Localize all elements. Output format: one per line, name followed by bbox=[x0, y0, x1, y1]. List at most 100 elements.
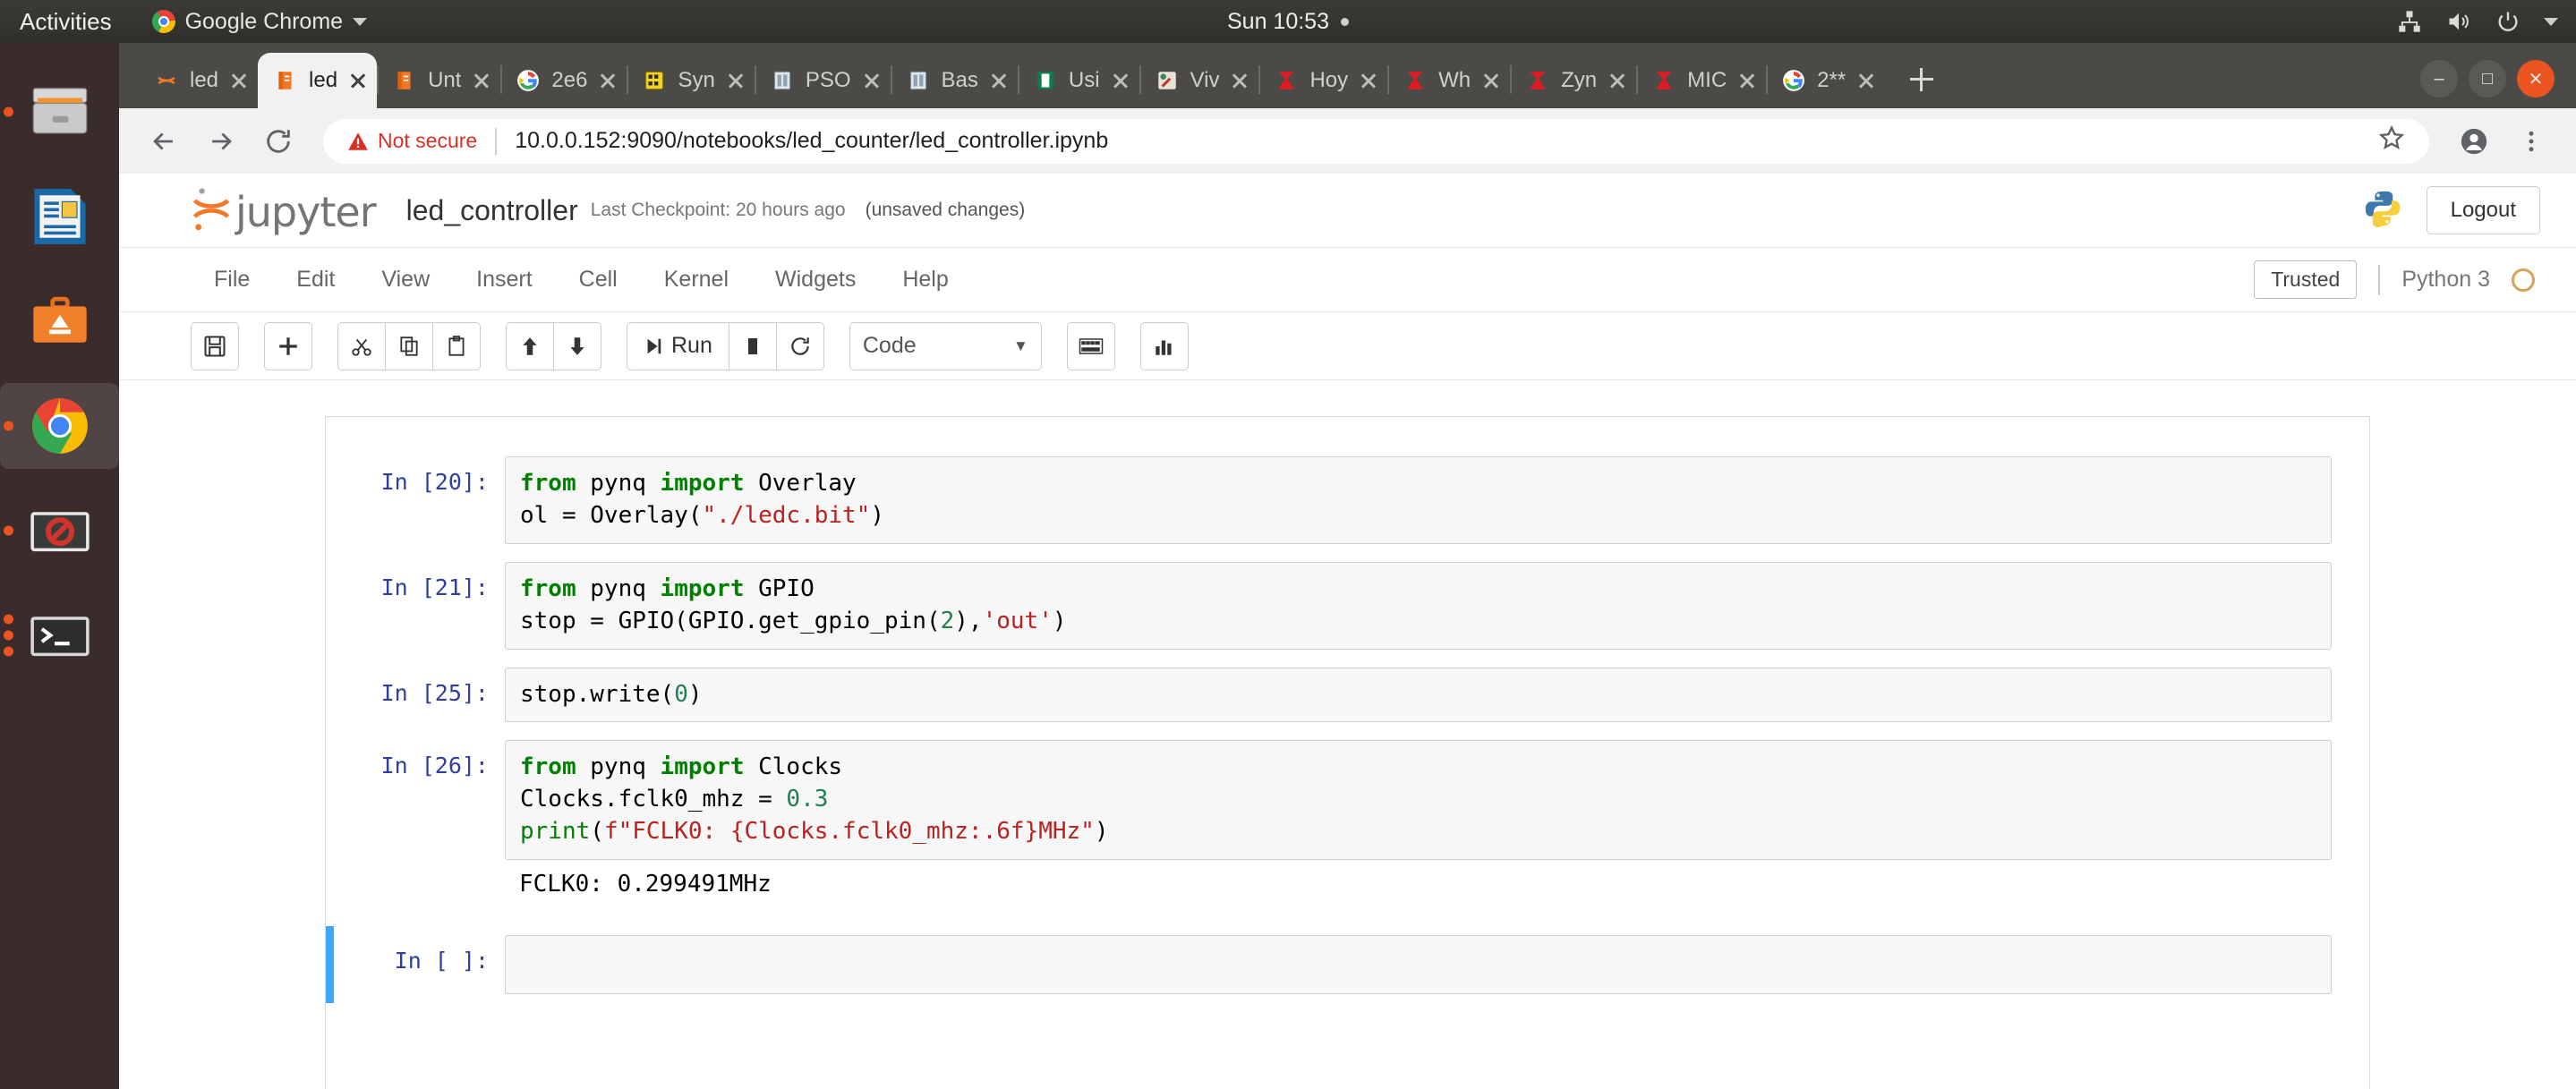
not-secure-indicator[interactable]: Not secure bbox=[346, 129, 477, 153]
dock-item-software[interactable] bbox=[0, 268, 119, 373]
add-icon[interactable] bbox=[264, 322, 312, 370]
restart-icon[interactable] bbox=[776, 322, 824, 370]
last-checkpoint: Last Checkpoint: 20 hours ago bbox=[591, 200, 846, 221]
paste-icon[interactable] bbox=[432, 322, 481, 370]
browser-tab[interactable]: 2e6 bbox=[500, 53, 627, 108]
menu-item-widgets[interactable]: Widgets bbox=[752, 267, 879, 293]
notebook-cell-selected[interactable]: In [ ]: bbox=[326, 926, 2369, 1003]
close-icon[interactable] bbox=[596, 69, 619, 92]
cell-input[interactable]: stop.write(0) bbox=[505, 668, 2332, 723]
stop-icon[interactable] bbox=[729, 322, 777, 370]
notification-dot-icon bbox=[1341, 18, 1349, 26]
jupyter-logo-text: jupyter bbox=[235, 188, 376, 236]
notebook-cell[interactable]: In [26]: from pynq import Clocks Clocks.… bbox=[326, 731, 2369, 869]
menu-item-edit[interactable]: Edit bbox=[273, 267, 358, 293]
close-icon[interactable] bbox=[987, 69, 1011, 92]
menu-item-view[interactable]: View bbox=[358, 267, 453, 293]
bookmark-star-icon[interactable] bbox=[2377, 123, 2406, 158]
maximize-button[interactable]: □ bbox=[2469, 60, 2506, 98]
browser-tab[interactable]: led bbox=[258, 53, 377, 108]
save-icon[interactable] bbox=[191, 322, 239, 370]
run-button[interactable]: Run bbox=[627, 322, 729, 370]
minimize-button[interactable]: – bbox=[2420, 60, 2458, 98]
xilinx-icon bbox=[1402, 67, 1429, 94]
close-icon[interactable] bbox=[1228, 69, 1251, 92]
activities-button[interactable]: Activities bbox=[20, 8, 112, 36]
notebook-icon bbox=[272, 67, 299, 94]
reload-icon[interactable] bbox=[253, 116, 303, 166]
menu-item-cell[interactable]: Cell bbox=[556, 267, 641, 293]
browser-tab[interactable]: Unt bbox=[377, 53, 500, 108]
gnome-top-bar: Activities Google Chrome Sun 10:53 bbox=[0, 0, 2576, 43]
browser-tab[interactable]: Usi bbox=[1018, 53, 1139, 108]
notebook-cell[interactable]: In [25]: stop.write(0) bbox=[326, 659, 2369, 732]
cell-input[interactable] bbox=[505, 935, 2332, 994]
browser-tab[interactable]: MIC bbox=[1636, 53, 1766, 108]
close-button[interactable]: ✕ bbox=[2517, 60, 2555, 98]
browser-tab[interactable]: led bbox=[139, 53, 258, 108]
close-icon[interactable] bbox=[470, 69, 493, 92]
browser-tab[interactable]: Syn bbox=[627, 53, 754, 108]
logout-button[interactable]: Logout bbox=[2427, 186, 2540, 234]
close-icon[interactable] bbox=[1109, 69, 1132, 92]
menu-item-help[interactable]: Help bbox=[879, 267, 971, 293]
cell-input[interactable]: from pynq import GPIO stop = GPIO(GPIO.g… bbox=[505, 562, 2332, 650]
close-icon[interactable] bbox=[1606, 69, 1629, 92]
menu-item-insert[interactable]: Insert bbox=[453, 267, 556, 293]
cut-icon[interactable] bbox=[337, 322, 386, 370]
trusted-badge[interactable]: Trusted bbox=[2254, 260, 2357, 299]
chrome-menu-icon[interactable] bbox=[2506, 116, 2556, 166]
profile-icon[interactable] bbox=[2449, 116, 2499, 166]
dock-item-files[interactable] bbox=[0, 59, 119, 164]
system-tray[interactable] bbox=[2397, 9, 2558, 34]
close-icon[interactable] bbox=[1855, 69, 1878, 92]
cell-type-select[interactable]: Code ▼ bbox=[849, 322, 1042, 370]
close-icon[interactable] bbox=[1480, 69, 1503, 92]
chevron-down-icon bbox=[2544, 18, 2558, 26]
close-icon[interactable] bbox=[724, 69, 747, 92]
running-indicator bbox=[4, 525, 13, 535]
code-line: print(f"FCLK0: {Clocks.fclk0_mhz:.6f}MHz… bbox=[520, 816, 2316, 848]
menu-item-file[interactable]: File bbox=[191, 267, 273, 293]
tab-title: Usi bbox=[1069, 68, 1100, 93]
arrow-down-icon[interactable] bbox=[553, 322, 601, 370]
notebook-icon bbox=[391, 67, 418, 94]
browser-tab[interactable]: 2** bbox=[1766, 53, 1885, 108]
forward-icon[interactable] bbox=[196, 116, 246, 166]
clock-button[interactable]: Sun 10:53 bbox=[1227, 9, 1349, 35]
browser-tab[interactable]: Wh bbox=[1387, 53, 1510, 108]
browser-tab[interactable]: Viv bbox=[1139, 53, 1259, 108]
arrow-up-icon[interactable] bbox=[506, 322, 554, 370]
browser-tab[interactable]: Bas bbox=[891, 53, 1018, 108]
menu-item-kernel[interactable]: Kernel bbox=[641, 267, 752, 293]
dock-item-blocked-terminal[interactable] bbox=[0, 478, 119, 583]
back-icon[interactable] bbox=[139, 116, 189, 166]
dock-item-libreoffice-writer[interactable] bbox=[0, 164, 119, 268]
dock-item-terminal[interactable] bbox=[0, 583, 119, 687]
chart-icon[interactable] bbox=[1140, 322, 1189, 370]
kernel-status-icon[interactable] bbox=[2512, 268, 2535, 292]
copy-icon[interactable] bbox=[385, 322, 433, 370]
app-menu-button[interactable]: Google Chrome bbox=[152, 9, 367, 35]
notebook-cell[interactable]: In [20]: from pynq import Overlay ol = O… bbox=[326, 447, 2369, 553]
browser-tab[interactable]: Zyn bbox=[1510, 53, 1636, 108]
keyboard-icon[interactable] bbox=[1067, 322, 1115, 370]
close-icon[interactable] bbox=[346, 69, 370, 92]
clock-label: Sun 10:53 bbox=[1227, 9, 1329, 35]
notebook-cell[interactable]: In [21]: from pynq import GPIO stop = GP… bbox=[326, 553, 2369, 659]
close-icon[interactable] bbox=[227, 69, 251, 92]
jupyter-logo[interactable]: jupyter bbox=[191, 185, 376, 236]
notebook-name[interactable]: led_controller bbox=[406, 194, 578, 227]
close-icon[interactable] bbox=[1736, 69, 1759, 92]
address-bar[interactable]: Not secure 10.0.0.152:9090/notebooks/led… bbox=[323, 119, 2429, 164]
close-icon[interactable] bbox=[860, 69, 883, 92]
dock-item-google-chrome[interactable] bbox=[0, 373, 119, 478]
cell-input[interactable]: from pynq import Clocks Clocks.fclk0_mhz… bbox=[505, 740, 2332, 860]
new-tab-button[interactable] bbox=[1898, 55, 1946, 104]
xilinx-icon bbox=[1273, 67, 1300, 94]
browser-tab[interactable]: PSO bbox=[755, 53, 891, 108]
browser-tab[interactable]: Hoy bbox=[1258, 53, 1387, 108]
cell-input[interactable]: from pynq import Overlay ol = Overlay(".… bbox=[505, 456, 2332, 544]
tab-title: led bbox=[309, 68, 337, 93]
close-icon[interactable] bbox=[1357, 69, 1380, 92]
